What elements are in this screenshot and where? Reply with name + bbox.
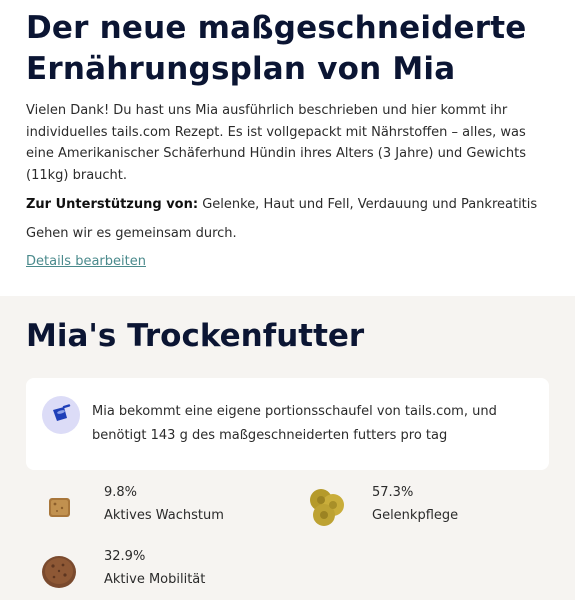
- scoop-text-line: benötigt 143 g des maßgeschneiderten fut…: [92, 428, 448, 443]
- scoop-text-line: Mia bekommt eine eigene portionsschaufel…: [92, 404, 497, 419]
- plan-intro-text: Vielen Dank! Du hast uns Mia ausführlich…: [26, 103, 527, 183]
- scoop-icon: [42, 396, 80, 434]
- plan-section: Der neue maßgeschneiderte Ernährungsplan…: [0, 0, 575, 296]
- ingredient-item: 9.8% Aktives Wachstum: [34, 482, 224, 532]
- ingredient-name: Gelenkpflege: [372, 508, 459, 523]
- ingredient-item: 32.9% Aktive Mobilität: [34, 546, 205, 596]
- plan-title: Der neue maßgeschneiderte Ernährungsplan…: [26, 10, 527, 87]
- ingredient-percent: 57.3%: [372, 485, 414, 500]
- ingredient-item: 57.3% Gelenkpflege: [302, 482, 458, 532]
- kibble-cluster-icon: [302, 482, 352, 532]
- ingredient-name: Aktives Wachstum: [104, 508, 224, 523]
- support-value: Gelenke, Haut und Fell, Verdauung und Pa…: [202, 197, 538, 212]
- dry-food-section: Mia's Trockenfutter Mia bekommt eine eig…: [0, 296, 575, 600]
- ingredient-list: 9.8% Aktives Wachstum 57.3% Gelenkpflege: [26, 470, 549, 600]
- dry-food-title: Mia's Trockenfutter: [26, 318, 365, 354]
- ingredient-percent: 32.9%: [104, 549, 146, 564]
- support-label: Zur Unterstützung von:: [26, 197, 199, 212]
- scoop-info-card: Mia bekommt eine eigene portionsschaufel…: [26, 378, 549, 470]
- support-line: Zur Unterstützung von: Gelenke, Haut und…: [26, 194, 549, 215]
- kibble-round-icon: [34, 546, 84, 596]
- scoop-text: Mia bekommt eine eigene portionsschaufel…: [92, 400, 497, 448]
- ingredient-name: Aktive Mobilität: [104, 572, 206, 587]
- edit-details-link[interactable]: Details bearbeiten: [26, 252, 146, 272]
- ingredient-percent: 9.8%: [104, 485, 138, 500]
- walkthrough-text: Gehen wir es gemeinsam durch.: [26, 226, 237, 241]
- kibble-cube-icon: [34, 482, 84, 532]
